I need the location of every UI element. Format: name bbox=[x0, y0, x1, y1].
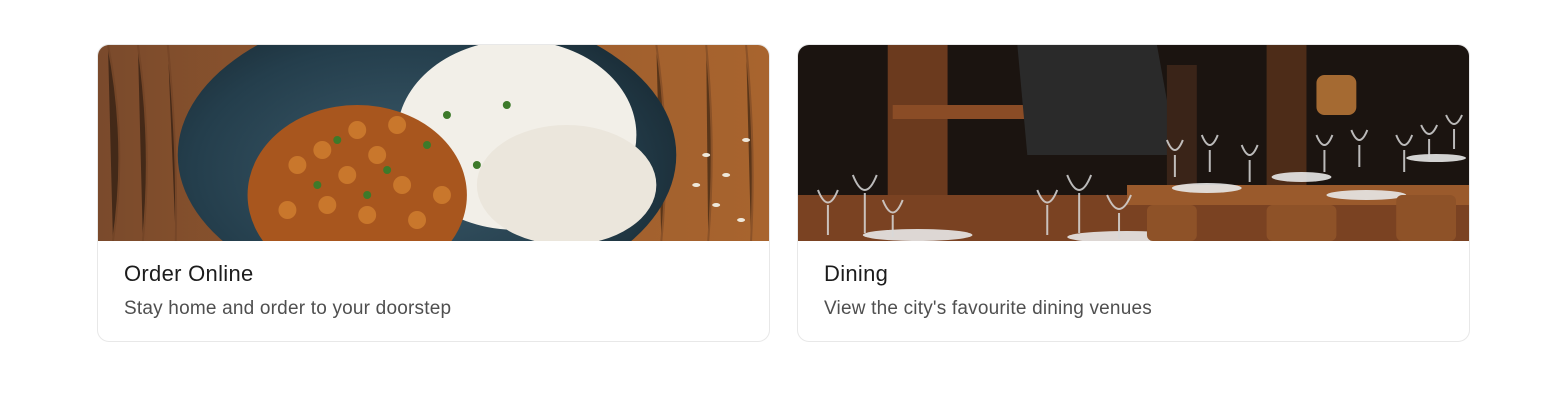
card-subtitle: Stay home and order to your doorstep bbox=[124, 298, 452, 319]
card-subtitle: View the city's favourite dining venues bbox=[824, 298, 1152, 319]
order-online-image bbox=[98, 45, 769, 241]
card-title: Dining bbox=[824, 261, 889, 286]
dining-image bbox=[798, 45, 1469, 241]
order-online-card[interactable]: Order Online Stay home and order to your… bbox=[97, 44, 770, 342]
dining-card[interactable]: Dining View the city's favourite dining … bbox=[797, 44, 1470, 342]
card-title: Order Online bbox=[124, 261, 254, 286]
collections-section: Order Online Stay home and order to your… bbox=[0, 0, 1563, 401]
